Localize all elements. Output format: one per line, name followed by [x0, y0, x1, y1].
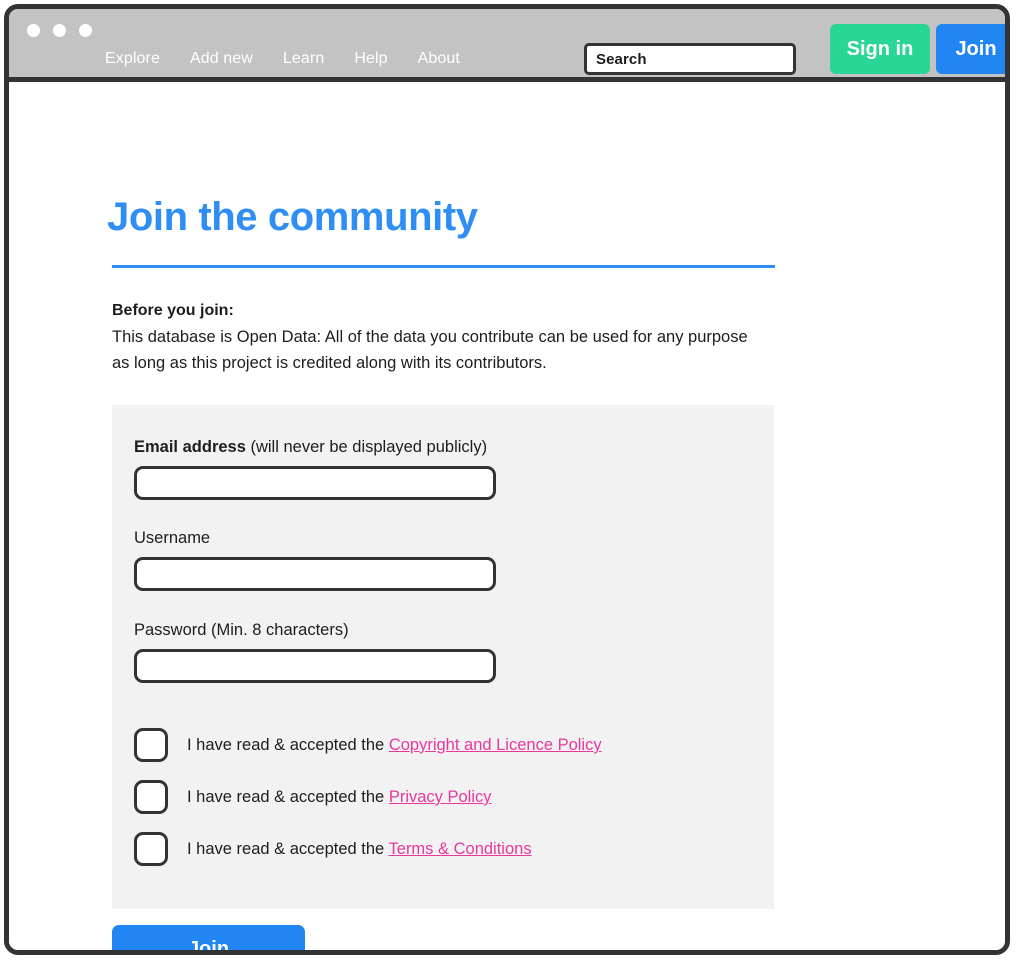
intro-body: This database is Open Data: All of the d…: [112, 328, 748, 372]
consent-label-privacy: I have read & accepted the Privacy Polic…: [187, 787, 492, 807]
field-email: Email address (will never be displayed p…: [134, 437, 496, 500]
consent-label-terms: I have read & accepted the Terms & Condi…: [187, 839, 532, 859]
intro-block: Before you join: This database is Open D…: [112, 298, 772, 376]
consent-text-copyright: I have read & accepted the: [187, 736, 389, 754]
consent-row-copyright: I have read & accepted the Copyright and…: [134, 728, 602, 762]
intro-heading: Before you join:: [112, 302, 234, 319]
consent-text-privacy: I have read & accepted the: [187, 788, 389, 806]
field-email-label-strong: Email address: [134, 438, 246, 456]
consent-row-terms: I have read & accepted the Terms & Condi…: [134, 832, 602, 866]
consent-text-terms: I have read & accepted the: [187, 840, 389, 858]
checkbox-copyright-policy[interactable]: [134, 728, 168, 762]
field-email-label: Email address (will never be displayed p…: [134, 437, 496, 457]
primary-navigation: Explore Add new Learn Help About: [105, 49, 460, 68]
checkbox-terms-and-conditions[interactable]: [134, 832, 168, 866]
nav-item-about[interactable]: About: [418, 49, 460, 68]
link-privacy-policy[interactable]: Privacy Policy: [389, 788, 492, 806]
field-email-label-note: (will never be displayed publicly): [245, 438, 488, 456]
page-content: Join the community Before you join: This…: [9, 82, 1005, 950]
title-divider: [112, 265, 775, 268]
browser-window: Explore Add new Learn Help About Search …: [4, 4, 1010, 955]
consent-label-copyright: I have read & accepted the Copyright and…: [187, 735, 602, 755]
browser-chrome-bar: Explore Add new Learn Help About Search …: [9, 9, 1005, 82]
maximize-dot-icon[interactable]: [79, 24, 92, 37]
nav-item-explore[interactable]: Explore: [105, 49, 160, 68]
username-field[interactable]: [134, 557, 496, 591]
field-password-label-text: Password (Min. 8 characters): [134, 621, 349, 639]
sign-in-button[interactable]: Sign in: [830, 24, 930, 74]
consent-checkbox-group: I have read & accepted the Copyright and…: [134, 728, 602, 866]
page-title: Join the community: [107, 195, 478, 239]
consent-row-privacy: I have read & accepted the Privacy Polic…: [134, 780, 602, 814]
search-input[interactable]: Search: [584, 43, 796, 75]
minimize-dot-icon[interactable]: [53, 24, 66, 37]
signup-form-panel: Email address (will never be displayed p…: [112, 405, 774, 909]
join-submit-button[interactable]: Join: [112, 925, 305, 950]
field-password: Password (Min. 8 characters): [134, 620, 496, 683]
window-traffic-lights: [27, 24, 92, 37]
join-button-header[interactable]: Join: [936, 24, 1005, 74]
field-password-label: Password (Min. 8 characters): [134, 620, 496, 640]
link-terms-and-conditions[interactable]: Terms & Conditions: [389, 840, 532, 858]
nav-item-learn[interactable]: Learn: [283, 49, 324, 68]
close-dot-icon[interactable]: [27, 24, 40, 37]
nav-item-help[interactable]: Help: [354, 49, 387, 68]
field-username-label: Username: [134, 528, 496, 548]
search-placeholder-text: Search: [596, 50, 647, 68]
nav-item-add-new[interactable]: Add new: [190, 49, 253, 68]
email-field[interactable]: [134, 466, 496, 500]
password-field[interactable]: [134, 649, 496, 683]
checkbox-privacy-policy[interactable]: [134, 780, 168, 814]
link-copyright-and-licence-policy[interactable]: Copyright and Licence Policy: [389, 736, 602, 754]
field-username-label-text: Username: [134, 529, 211, 547]
field-username: Username: [134, 528, 496, 591]
